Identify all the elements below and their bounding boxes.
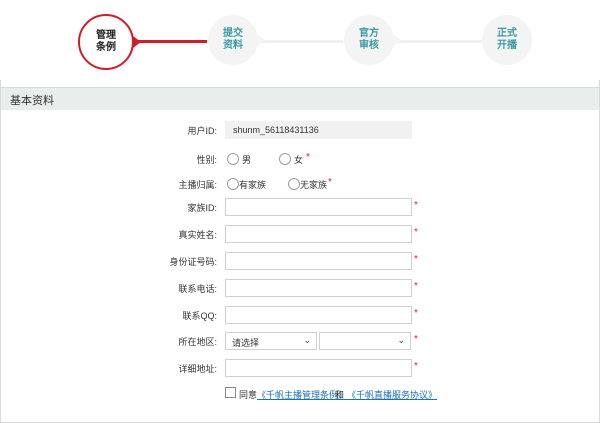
region-label: 所在地区: [178, 337, 217, 347]
id-number-input[interactable] [225, 252, 412, 270]
row-user-id: 用户ID: shunm_56118431136 [0, 121, 600, 139]
step-management-rules: 管理 条例 [78, 14, 141, 70]
phone-label: 联系电话: [178, 284, 217, 294]
step-connector-1 [132, 40, 207, 43]
address-input[interactable] [225, 359, 412, 377]
step-arrow [257, 34, 265, 46]
gender-male-radio[interactable] [227, 153, 239, 165]
family-id-label: 家族ID: [187, 203, 217, 213]
row-phone: 联系电话: * [0, 279, 600, 297]
required-mark: * [414, 281, 418, 292]
user-id-label: 用户ID: [187, 126, 217, 136]
affiliation-family-label: 有家族 [239, 180, 267, 190]
row-id-number: 身份证号码: * [0, 252, 600, 270]
step-submit-info: 提交 资料 [208, 15, 265, 65]
row-address: 详细地址: * [0, 359, 600, 377]
required-mark: * [328, 177, 332, 188]
id-number-label: 身份证号码: [169, 257, 217, 267]
required-mark: * [414, 227, 418, 238]
chevron-down-icon: ⌄ [303, 335, 311, 345]
affiliation-none-label: 无家族 [300, 180, 328, 190]
affiliation-family-radio[interactable] [227, 178, 239, 190]
service-agreement-link[interactable]: 《千帆直播服务协议》 [347, 388, 437, 401]
agree-conjunction: 和 [335, 390, 345, 400]
progress-steps: 管理 条例 提交 资料 官方 审核 正式 开播 [0, 0, 600, 80]
row-region: 所在地区: 请选择 ⌄ ⌄ * [0, 332, 600, 350]
step-start-broadcast: 正式 开播 [482, 15, 532, 65]
gender-label: 性别: [196, 155, 217, 165]
section-header: 基本资料 [1, 87, 599, 110]
row-affiliation: 主播归属: 有家族 无家族 * [0, 175, 600, 193]
required-mark: * [414, 254, 418, 265]
affiliation-none-radio[interactable] [288, 178, 300, 190]
section-title: 基本资料 [10, 95, 54, 107]
qq-input[interactable] [225, 306, 412, 324]
step-arrow [393, 34, 401, 46]
real-name-label: 真实姓名: [178, 230, 217, 240]
required-mark: * [414, 308, 418, 319]
family-id-input[interactable] [225, 198, 412, 216]
phone-input[interactable] [225, 279, 412, 297]
qq-label: 联系QQ: [182, 311, 217, 321]
row-real-name: 真实姓名: * [0, 225, 600, 243]
agree-checkbox[interactable] [225, 387, 236, 398]
step-official-review: 官方 审核 [344, 15, 401, 65]
step-connector-3 [398, 40, 483, 43]
address-label: 详细地址: [178, 364, 217, 374]
affiliation-label: 主播归属: [178, 180, 217, 190]
gender-female-label: 女 [294, 155, 304, 165]
real-name-input[interactable] [225, 225, 412, 243]
gender-female-radio[interactable] [279, 153, 291, 165]
required-mark: * [414, 361, 418, 372]
step-arrow [133, 36, 141, 48]
city-select[interactable]: ⌄ [319, 332, 411, 350]
row-gender: 性别: 男 女 * [0, 150, 600, 168]
agree-prefix: 同意 [239, 390, 258, 400]
required-mark: * [414, 334, 418, 345]
user-id-field: shunm_56118431136 [225, 121, 412, 139]
step-connector-2 [258, 40, 343, 43]
required-mark: * [306, 152, 310, 163]
province-select[interactable]: 请选择 ⌄ [225, 332, 317, 350]
row-family-id: 家族ID: * [0, 198, 600, 216]
required-mark: * [414, 200, 418, 211]
chevron-down-icon: ⌄ [397, 335, 405, 345]
row-qq: 联系QQ: * [0, 306, 600, 324]
management-rules-link[interactable]: 《千帆主播管理条例》 [257, 388, 347, 401]
gender-male-label: 男 [242, 155, 252, 165]
